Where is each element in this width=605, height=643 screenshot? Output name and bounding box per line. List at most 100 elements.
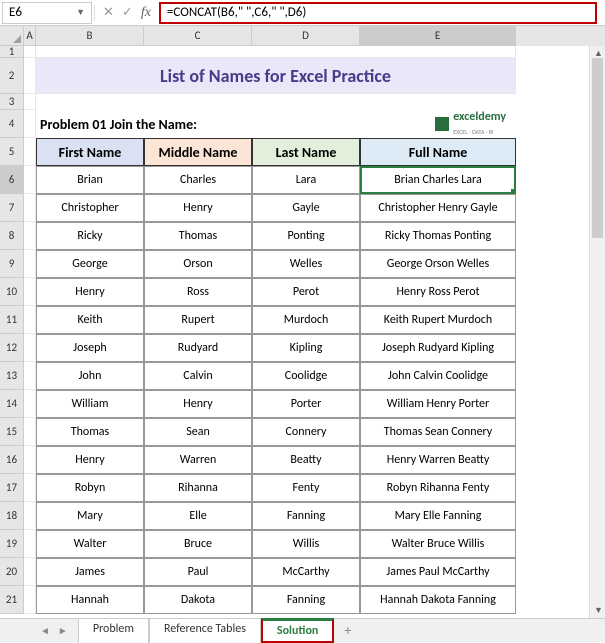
data-cell[interactable]: John Calvin Coolidge	[360, 362, 516, 390]
data-cell[interactable]: Calvin	[144, 362, 252, 390]
data-cell[interactable]: Keith Rupert Murdoch	[360, 306, 516, 334]
row-header[interactable]: 17	[0, 474, 24, 502]
cell[interactable]	[24, 530, 36, 558]
row-header[interactable]: 8	[0, 222, 24, 250]
column-header[interactable]: D	[252, 26, 360, 46]
cell[interactable]	[24, 138, 36, 166]
row-header[interactable]: 14	[0, 390, 24, 418]
tab-solution[interactable]: Solution	[261, 618, 334, 643]
cell[interactable]	[24, 418, 36, 446]
data-cell[interactable]: Beatty	[252, 446, 360, 474]
row-header[interactable]: 9	[0, 250, 24, 278]
data-cell[interactable]: Henry	[36, 278, 144, 306]
data-cell[interactable]: Lara	[252, 166, 360, 194]
data-cell[interactable]: Thomas	[36, 418, 144, 446]
data-cell[interactable]: Christopher Henry Gayle	[360, 194, 516, 222]
data-cell[interactable]: Perot	[252, 278, 360, 306]
data-cell[interactable]: Rihanna	[144, 474, 252, 502]
data-cell[interactable]: Walter	[36, 530, 144, 558]
scroll-thumb[interactable]	[592, 58, 603, 238]
data-cell[interactable]: Robyn Rihanna Fenty	[360, 474, 516, 502]
row-header[interactable]: 2	[0, 58, 24, 94]
data-cell[interactable]: James Paul McCarthy	[360, 558, 516, 586]
cell[interactable]	[24, 46, 36, 58]
row-header[interactable]: 21	[0, 586, 24, 614]
name-box[interactable]: E6 ▼	[2, 2, 92, 24]
header-middle-name[interactable]: Middle Name	[144, 138, 252, 166]
column-header[interactable]: B	[36, 26, 144, 46]
data-cell[interactable]: Charles	[144, 166, 252, 194]
row-header[interactable]: 11	[0, 306, 24, 334]
data-cell[interactable]: Paul	[144, 558, 252, 586]
add-sheet-button[interactable]: +	[334, 619, 361, 642]
chevron-down-icon[interactable]: ▼	[76, 7, 85, 18]
header-first-name[interactable]: First Name	[36, 138, 144, 166]
cancel-icon[interactable]: ✕	[103, 5, 114, 20]
data-cell[interactable]: Henry Warren Beatty	[360, 446, 516, 474]
tab-next-icon[interactable]: ►	[58, 624, 68, 637]
cell[interactable]	[24, 446, 36, 474]
data-cell[interactable]: Mary Elle Fanning	[360, 502, 516, 530]
row-header[interactable]: 10	[0, 278, 24, 306]
cell[interactable]	[24, 250, 36, 278]
data-cell[interactable]: William Henry Porter	[360, 390, 516, 418]
data-cell[interactable]: William	[36, 390, 144, 418]
data-cell[interactable]: Rudyard	[144, 334, 252, 362]
data-cell[interactable]: Joseph Rudyard Kipling	[360, 334, 516, 362]
data-cell[interactable]: Brian Charles Lara	[360, 166, 516, 194]
data-cell[interactable]: Henry Ross Perot	[360, 278, 516, 306]
data-cell[interactable]: Ponting	[252, 222, 360, 250]
data-cell[interactable]: Fanning	[252, 502, 360, 530]
data-cell[interactable]: Welles	[252, 250, 360, 278]
cell[interactable]	[24, 390, 36, 418]
accept-icon[interactable]: ✓	[122, 5, 133, 20]
row-header[interactable]: 18	[0, 502, 24, 530]
header-full-name[interactable]: Full Name	[360, 138, 516, 166]
data-cell[interactable]: Brian	[36, 166, 144, 194]
tab-reference[interactable]: Reference Tables	[149, 618, 261, 643]
cell[interactable]	[24, 58, 36, 94]
data-cell[interactable]: Fenty	[252, 474, 360, 502]
header-last-name[interactable]: Last Name	[252, 138, 360, 166]
cell[interactable]	[24, 194, 36, 222]
column-header[interactable]: E	[360, 26, 516, 46]
data-cell[interactable]: Mary	[36, 502, 144, 530]
cell[interactable]	[24, 362, 36, 390]
data-cell[interactable]: George	[36, 250, 144, 278]
cell[interactable]	[24, 110, 36, 138]
data-cell[interactable]: Keith	[36, 306, 144, 334]
row-header[interactable]: 7	[0, 194, 24, 222]
fx-icon[interactable]: fx	[141, 5, 151, 21]
data-cell[interactable]: Gayle	[252, 194, 360, 222]
data-cell[interactable]: Ricky Thomas Ponting	[360, 222, 516, 250]
data-cell[interactable]: Ricky	[36, 222, 144, 250]
data-cell[interactable]: Fanning	[252, 586, 360, 614]
data-cell[interactable]: Connery	[252, 418, 360, 446]
data-cell[interactable]: Rupert	[144, 306, 252, 334]
cell[interactable]	[24, 94, 36, 110]
data-cell[interactable]: Robyn	[36, 474, 144, 502]
data-cell[interactable]: James	[36, 558, 144, 586]
cell[interactable]	[24, 222, 36, 250]
data-cell[interactable]: Henry	[144, 194, 252, 222]
row-header[interactable]: 12	[0, 334, 24, 362]
row-header[interactable]: 13	[0, 362, 24, 390]
data-cell[interactable]: John	[36, 362, 144, 390]
data-cell[interactable]: Elle	[144, 502, 252, 530]
cell[interactable]	[24, 474, 36, 502]
data-cell[interactable]: Willis	[252, 530, 360, 558]
data-cell[interactable]: George Orson Welles	[360, 250, 516, 278]
cell[interactable]	[36, 46, 516, 58]
data-cell[interactable]: Henry	[36, 446, 144, 474]
data-cell[interactable]: Warren	[144, 446, 252, 474]
row-header[interactable]: 5	[0, 138, 24, 166]
data-cell[interactable]: Henry	[144, 390, 252, 418]
tab-problem[interactable]: Problem	[78, 618, 149, 643]
vertical-scrollbar[interactable]: ▲ ▼	[589, 46, 605, 618]
data-cell[interactable]: Murdoch	[252, 306, 360, 334]
row-header[interactable]: 16	[0, 446, 24, 474]
column-header[interactable]: A	[24, 26, 36, 46]
cell[interactable]	[24, 586, 36, 614]
cell[interactable]	[24, 306, 36, 334]
data-cell[interactable]: Thomas	[144, 222, 252, 250]
